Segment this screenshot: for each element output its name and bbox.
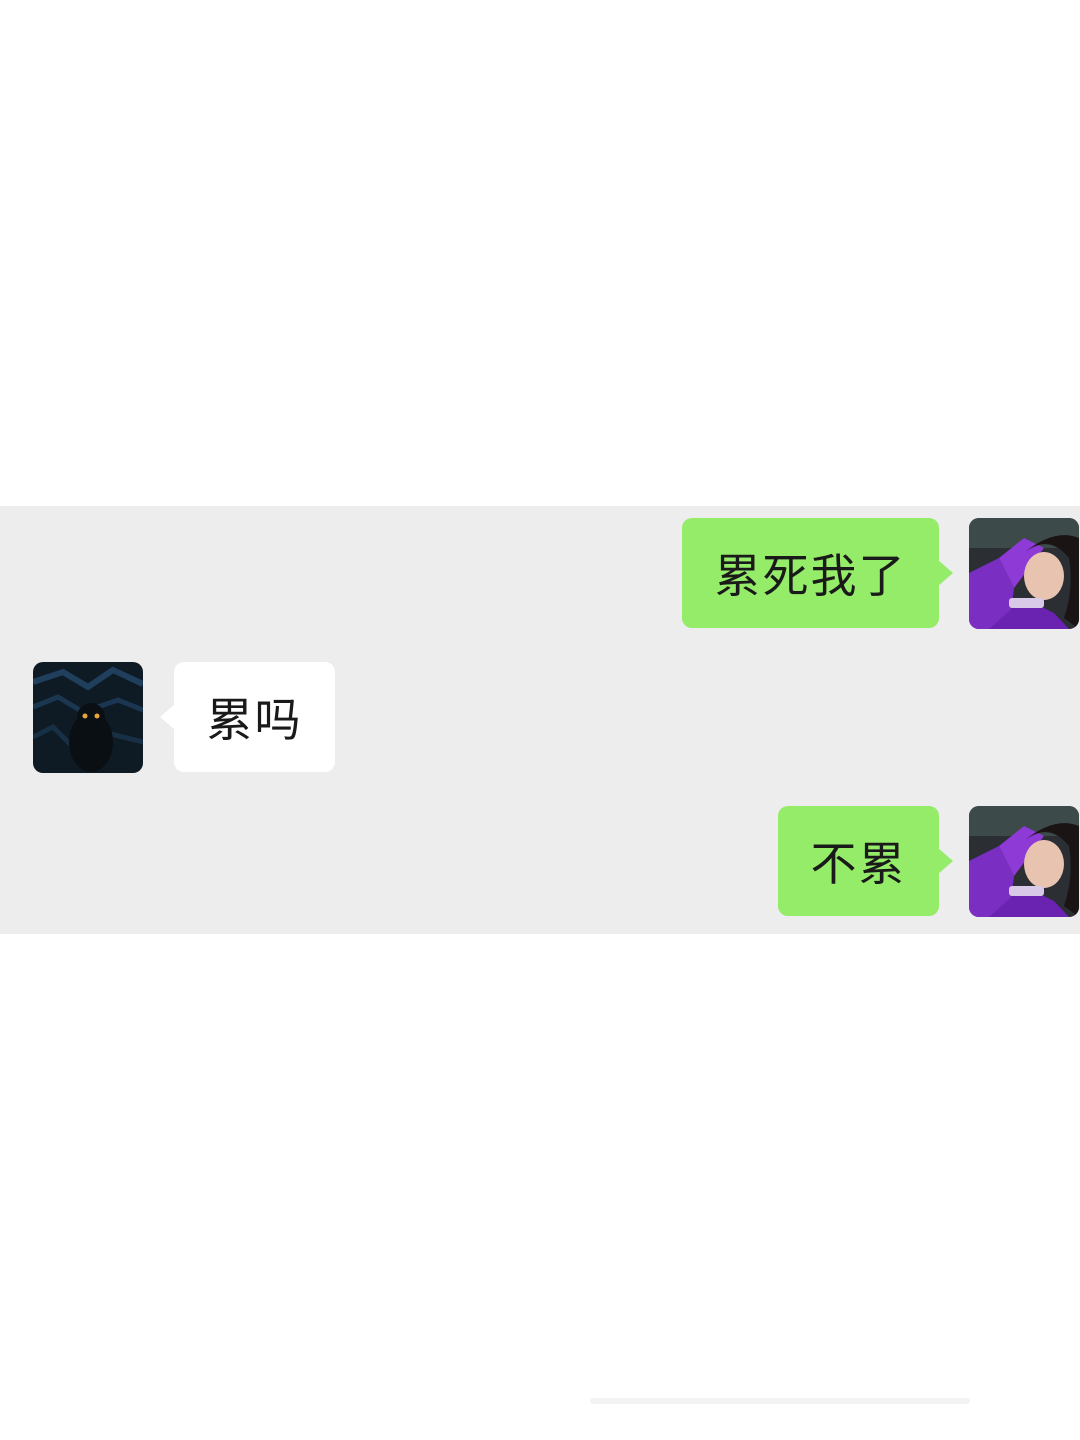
sent-message-bubble[interactable]: 累死我了: [682, 518, 953, 628]
received-message-bubble[interactable]: 累吗: [160, 662, 335, 772]
sent-message-bubble[interactable]: 不累: [778, 806, 953, 916]
self-avatar[interactable]: [969, 518, 1079, 629]
contact-avatar[interactable]: [33, 662, 143, 773]
portrait-avatar-icon: [969, 806, 1079, 917]
portrait-avatar-icon: [969, 518, 1079, 629]
home-indicator: [590, 1398, 970, 1404]
dark-cat-avatar-icon: [33, 662, 143, 773]
chat-message-area[interactable]: 累死我了 累吗 不累: [0, 506, 1080, 934]
self-avatar[interactable]: [969, 806, 1079, 917]
